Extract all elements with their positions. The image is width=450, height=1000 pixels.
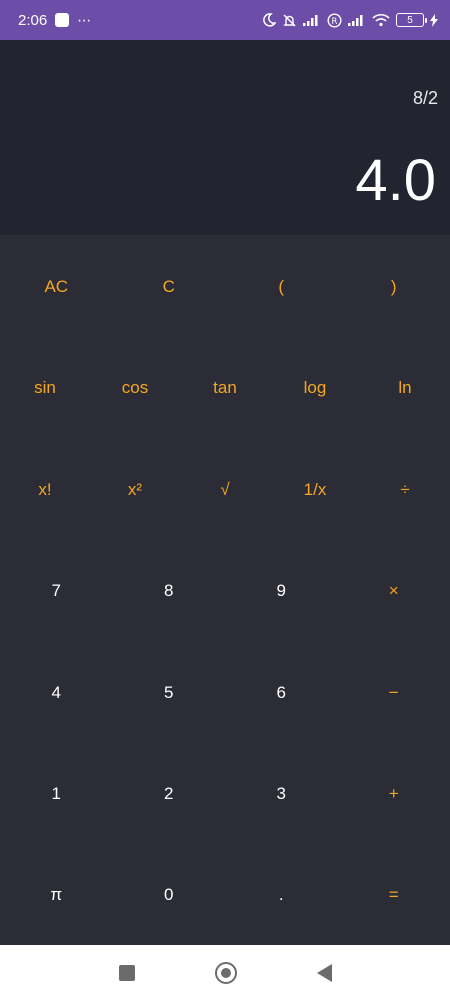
result-text: 4.0 (355, 148, 436, 213)
keypad-row-4: 7 8 9 × (0, 539, 450, 642)
status-bar: 2:06 ⋯ R 5 (0, 0, 450, 40)
digit-2-button[interactable]: 2 (113, 742, 226, 845)
expression-text: 8/2 (412, 88, 438, 108)
cos-button[interactable]: cos (90, 336, 180, 439)
digit-5-button[interactable]: 5 (113, 641, 226, 744)
recents-icon[interactable] (118, 964, 135, 981)
keypad-row-1: AC C ( ) (0, 235, 450, 338)
digit-9-button[interactable]: 9 (225, 539, 338, 642)
sqrt-button[interactable]: √ (180, 438, 270, 541)
roaming-icon: R (327, 12, 342, 28)
digit-0-button[interactable]: 0 (113, 843, 226, 946)
more-notifications-icon: ⋯ (77, 11, 93, 28)
status-right: R 5 (262, 12, 438, 28)
moon-icon (262, 13, 276, 27)
wifi-icon (372, 13, 390, 27)
digit-4-button[interactable]: 4 (0, 641, 113, 744)
keypad-row-5: 4 5 6 − (0, 641, 450, 744)
open-paren-button[interactable]: ( (225, 235, 338, 338)
equals-button[interactable]: = (338, 843, 450, 946)
back-icon[interactable] (316, 963, 332, 982)
signal-icon-2 (348, 14, 366, 26)
all-clear-button[interactable]: AC (0, 235, 113, 338)
divide-button[interactable]: ÷ (360, 438, 450, 541)
digit-3-button[interactable]: 3 (225, 742, 338, 845)
decimal-point-button[interactable]: . (225, 843, 338, 946)
signal-icon (303, 14, 321, 26)
keypad-row-2: sin cos tan log ln (0, 336, 450, 439)
square-button[interactable]: x² (90, 438, 180, 541)
keypad: AC C ( ) sin cos tan log ln x! x² √ 1/x … (0, 235, 450, 945)
subtract-button[interactable]: − (338, 641, 450, 744)
charging-icon (430, 13, 438, 27)
home-icon[interactable] (214, 961, 237, 984)
add-button[interactable]: + (338, 742, 450, 845)
pi-button[interactable]: π (0, 843, 113, 946)
sin-button[interactable]: sin (0, 336, 90, 439)
notification-app-icon (55, 13, 70, 27)
digit-7-button[interactable]: 7 (0, 539, 113, 642)
svg-text:R: R (332, 16, 338, 26)
multiply-button[interactable]: × (338, 539, 450, 642)
keypad-row-7: π 0 . = (0, 843, 450, 946)
battery-icon: 5 (396, 13, 427, 27)
system-nav-bar (0, 945, 450, 1000)
tan-button[interactable]: tan (180, 336, 270, 439)
log-button[interactable]: log (270, 336, 360, 439)
clear-button[interactable]: C (113, 235, 226, 338)
factorial-button[interactable]: x! (0, 438, 90, 541)
keypad-row-6: 1 2 3 + (0, 742, 450, 845)
digit-1-button[interactable]: 1 (0, 742, 113, 845)
status-left: 2:06 ⋯ (18, 12, 92, 29)
calculator-display: 8/2 4.0 (0, 40, 450, 235)
ln-button[interactable]: ln (360, 336, 450, 439)
digit-8-button[interactable]: 8 (113, 539, 226, 642)
digit-6-button[interactable]: 6 (225, 641, 338, 744)
reciprocal-button[interactable]: 1/x (270, 438, 360, 541)
bell-off-icon (282, 13, 297, 28)
status-time: 2:06 (18, 11, 48, 29)
close-paren-button[interactable]: ) (338, 235, 450, 338)
keypad-row-3: x! x² √ 1/x ÷ (0, 438, 450, 541)
